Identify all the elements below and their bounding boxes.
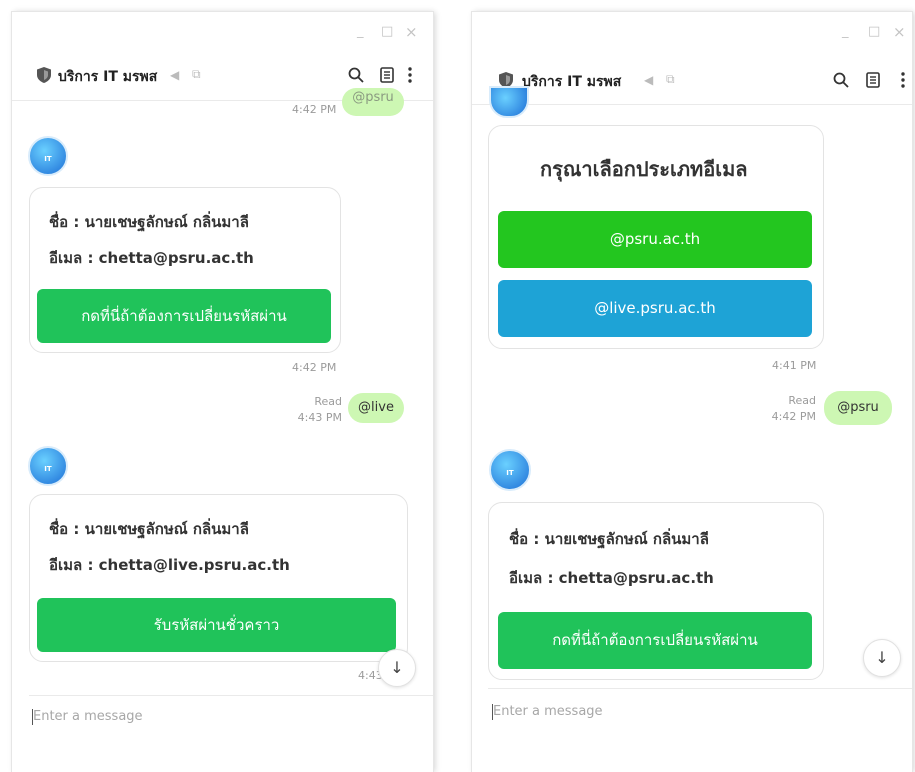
maximize-button[interactable]: □ — [381, 24, 393, 39]
message-time: 4:41 PM — [772, 359, 817, 372]
maximize-button[interactable]: □ — [868, 24, 880, 39]
minimize-button[interactable]: _ — [357, 24, 364, 39]
scroll-down-button[interactable]: ↓ — [378, 649, 416, 687]
profile-name: ชื่อ : นายเชษฐลักษณ์ กลิ่นมาลี — [49, 520, 249, 538]
email-type-title: กรุณาเลือกประเภทอีเมล — [540, 157, 748, 181]
speaker-muted-icon[interactable]: ◀︎ — [644, 73, 653, 87]
temp-password-card: ชื่อ : นายเชษฐลักษณ์ กลิ่นมาลี อีเมล : c… — [29, 494, 408, 662]
sent-bubble[interactable]: @live — [348, 393, 404, 423]
profile-name: ชื่อ : นายเชษฐลักษณ์ กลิ่นมาลี — [49, 213, 249, 231]
minimize-button[interactable]: _ — [842, 24, 849, 39]
sent-bubble-text: @psru — [352, 90, 394, 105]
live-email-option-button[interactable]: @live.psru.ac.th — [498, 280, 812, 337]
message-time: 4:42 PM — [292, 103, 337, 116]
profile-email: อีเมล : chetta@psru.ac.th — [509, 569, 714, 587]
input-divider — [488, 688, 912, 689]
psru-email-option-button[interactable]: @psru.ac.th — [498, 211, 812, 268]
external-link-icon[interactable]: ⧉ — [666, 72, 675, 87]
change-password-button[interactable]: กดที่นี่ถ้าต้องการเปลี่ยนรหัสผ่าน — [498, 612, 812, 669]
message-time: 4:43 PM — [297, 411, 342, 424]
message-input[interactable]: Enter a message — [493, 704, 603, 719]
read-label: Read — [788, 394, 816, 407]
notes-icon[interactable] — [380, 67, 394, 83]
change-password-label: กดที่นี่ถ้าต้องการเปลี่ยนรหัสผ่าน — [81, 307, 287, 325]
email-type-card: กรุณาเลือกประเภทอีเมล @psru.ac.th @live.… — [488, 125, 824, 349]
chat-window-right: _ □ × บริการ IT มรพส ◀︎ ⧉ กรุณาเลือกประเ… — [472, 12, 912, 772]
profile-email: อีเมล : chetta@psru.ac.th — [49, 249, 254, 267]
close-button[interactable]: × — [893, 23, 906, 41]
speaker-muted-icon[interactable]: ◀︎ — [170, 68, 179, 82]
more-menu-icon[interactable] — [408, 67, 412, 83]
arrow-down-icon: ↓ — [875, 648, 889, 667]
temporary-password-label: รับรหัสผ่านชั่วคราว — [153, 616, 280, 634]
profile-card: ชื่อ : นายเชษฐลักษณ์ กลิ่นมาลี อีเมล : c… — [29, 187, 341, 353]
profile-name: ชื่อ : นายเชษฐลักษณ์ กลิ่นมาลี — [509, 530, 709, 548]
close-button[interactable]: × — [405, 23, 418, 41]
arrow-down-icon: ↓ — [390, 658, 404, 677]
sent-bubble[interactable]: @psru — [824, 391, 892, 425]
read-label: Read — [314, 395, 342, 408]
bot-avatar[interactable]: IT — [28, 136, 68, 176]
sent-bubble-text: @psru — [837, 400, 879, 415]
more-menu-icon[interactable] — [901, 72, 905, 88]
message-time: 4:42 PM — [771, 410, 816, 423]
change-password-label: กดที่นี่ถ้าต้องการเปลี่ยนรหัสผ่าน — [552, 631, 758, 649]
search-icon[interactable] — [348, 67, 364, 83]
live-email-option-label: @live.psru.ac.th — [594, 299, 716, 317]
psru-email-option-label: @psru.ac.th — [609, 230, 701, 248]
scroll-down-button[interactable]: ↓ — [863, 639, 901, 677]
profile-email: อีเมล : chetta@live.psru.ac.th — [49, 556, 290, 574]
chat-title: บริการ IT มรพส — [58, 69, 158, 85]
external-link-icon[interactable]: ⧉ — [192, 67, 201, 82]
read-receipt: Read 4:42 PM — [764, 393, 816, 425]
bot-avatar[interactable]: IT — [489, 449, 531, 491]
sent-bubble[interactable]: @psru — [342, 88, 404, 116]
chat-title: บริการ IT มรพส — [522, 74, 622, 90]
search-icon[interactable] — [833, 72, 849, 88]
read-receipt: Read 4:43 PM — [292, 394, 342, 426]
header-divider — [472, 104, 912, 105]
temporary-password-button[interactable]: รับรหัสผ่านชั่วคราว — [37, 598, 396, 652]
shield-icon — [37, 67, 51, 83]
message-input[interactable]: Enter a message — [33, 709, 143, 724]
bot-avatar[interactable]: IT — [28, 446, 68, 486]
notes-icon[interactable] — [866, 72, 880, 88]
profile-card: ชื่อ : นายเชษฐลักษณ์ กลิ่นมาลี อีเมล : c… — [488, 502, 824, 680]
sent-bubble-text: @live — [358, 400, 394, 415]
chat-window-left: _ □ × บริการ IT มรพส ◀︎ ⧉ 4:42 PM @psru … — [12, 12, 433, 772]
input-divider — [29, 695, 433, 696]
change-password-button[interactable]: กดที่นี่ถ้าต้องการเปลี่ยนรหัสผ่าน — [37, 289, 331, 343]
bot-avatar[interactable] — [489, 86, 529, 118]
message-time: 4:42 PM — [292, 361, 337, 374]
